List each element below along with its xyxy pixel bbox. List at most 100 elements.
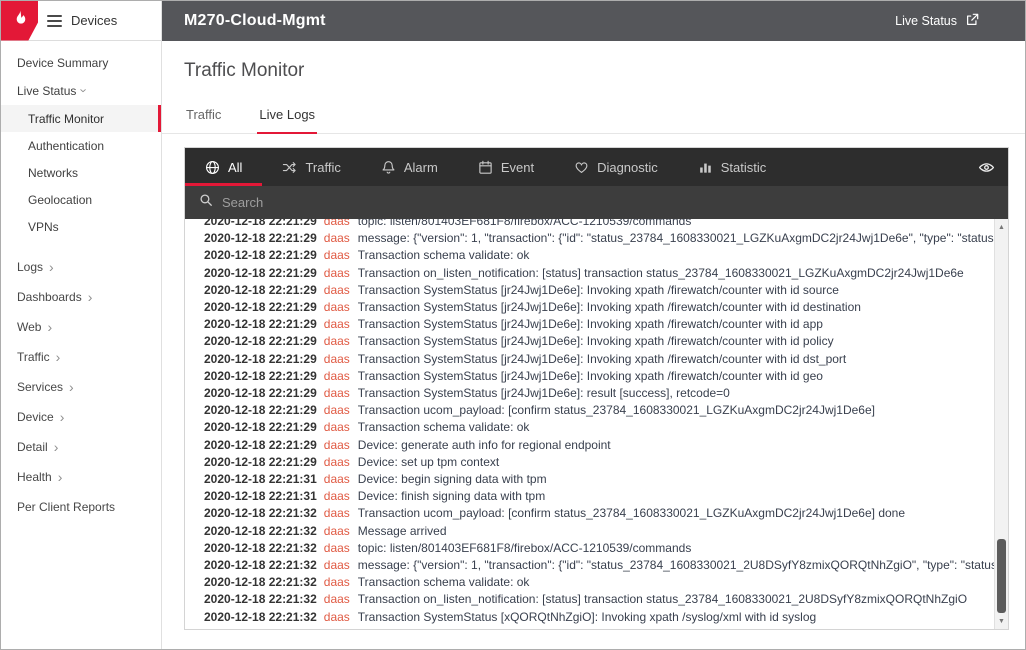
filter-tab-label: Traffic xyxy=(305,160,340,175)
sidebar-item-label: Per Client Reports xyxy=(17,500,115,514)
filter-tabs: All Traffic AlarmEvent Diagnostic Statistic xyxy=(185,148,786,186)
sidebar-item-dashboards[interactable]: Dashboards› xyxy=(1,282,161,312)
live-status-link[interactable]: Live Status xyxy=(895,13,979,30)
chevron-down-icon: › xyxy=(78,88,91,92)
menu-icon[interactable] xyxy=(47,15,62,27)
log-timestamp: 2020-12-18 22:21:29 xyxy=(204,369,317,383)
log-source: daas xyxy=(324,438,350,452)
sidebar-item-web[interactable]: Web › xyxy=(1,312,161,342)
filter-tab-diagnostic[interactable]: Diagnostic xyxy=(554,148,678,186)
vertical-scrollbar[interactable]: ▲ ▼ xyxy=(994,219,1008,629)
globe-icon xyxy=(205,160,220,175)
sidebar-item-device[interactable]: Device › xyxy=(1,402,161,432)
sidebar-item-authentication[interactable]: Authentication xyxy=(1,132,161,159)
log-row: 2020-12-18 22:21:29daasTransaction Syste… xyxy=(204,385,994,402)
log-row: 2020-12-18 22:21:29daasTransaction Syste… xyxy=(204,316,994,333)
log-row: 2020-12-18 22:21:29daasTransaction Syste… xyxy=(204,299,994,316)
log-row: 2020-12-18 22:21:29daasTransaction Syste… xyxy=(204,282,994,299)
log-timestamp: 2020-12-18 22:21:29 xyxy=(204,420,317,434)
sidebar-item-label: Services xyxy=(17,380,63,394)
sidebar-item-services[interactable]: Services › xyxy=(1,372,161,402)
search-bar xyxy=(185,186,1008,219)
sidebar-item-traffic-monitor[interactable]: Traffic Monitor xyxy=(1,105,161,132)
log-panel: All Traffic AlarmEvent Diagnostic Statistic xyxy=(184,147,1009,630)
log-message: Transaction SystemStatus [jr24Jwj1De6e]:… xyxy=(358,317,823,331)
sidebar-item-label: Geolocation xyxy=(28,193,92,207)
alarm-bell-icon xyxy=(381,160,396,175)
page-tabs: Traffic Live Logs xyxy=(162,105,1025,134)
log-source: daas xyxy=(324,403,350,417)
log-source: daas xyxy=(324,472,350,486)
traffic-icon xyxy=(282,160,297,175)
filter-tab-label: All xyxy=(228,160,242,175)
log-source: daas xyxy=(324,541,350,555)
log-timestamp: 2020-12-18 22:21:29 xyxy=(204,231,317,245)
log-row: 2020-12-18 22:21:32daasMessage arrived xyxy=(204,523,994,540)
sidebar-item-label: Device xyxy=(17,410,54,424)
log-source: daas xyxy=(324,558,350,572)
log-message: message: {"version": 1, "transaction": {… xyxy=(358,231,994,245)
sidebar-item-geolocation[interactable]: Geolocation xyxy=(1,186,161,213)
log-message: Transaction on_listen_notification: [sta… xyxy=(358,266,964,280)
log-timestamp: 2020-12-18 22:21:29 xyxy=(204,219,317,228)
log-rows: 2020-12-18 22:21:29 daas topic: listen/801… xyxy=(204,219,994,626)
log-source: daas xyxy=(324,300,350,314)
sidebar-item-label: Web xyxy=(17,320,41,334)
sidebar-item-device-summary[interactable]: Device Summary xyxy=(1,49,161,77)
sidebar-item-per-client-reports[interactable]: Per Client Reports xyxy=(1,492,161,522)
statistic-chart-icon xyxy=(698,160,713,175)
log-source: daas xyxy=(324,420,350,434)
scrollbar-thumb[interactable] xyxy=(997,539,1006,613)
filter-tab-label: Diagnostic xyxy=(597,160,658,175)
event-calendar-icon xyxy=(478,160,493,175)
scroll-down-icon[interactable]: ▼ xyxy=(995,614,1008,628)
page-content: Traffic Monitor TrafficLive Logs AllTraf… xyxy=(162,41,1025,649)
log-source: daas xyxy=(324,283,350,297)
log-row: 2020-12-18 22:21:31daasDevice: finish si… xyxy=(204,488,994,505)
scroll-up-icon[interactable]: ▲ xyxy=(995,220,1008,234)
sidebar-item-logs[interactable]: Logs› xyxy=(1,252,161,282)
filter-tab-statistic[interactable]: Statistic xyxy=(678,148,787,186)
sidebar-item-networks[interactable]: Networks xyxy=(1,159,161,186)
sidebar-item-vpns[interactable]: VPNs xyxy=(1,213,161,240)
log-message: message: {"version": 1, "transaction": {… xyxy=(358,558,994,572)
log-body[interactable]: 2020-12-18 22:21:29 daas topic: listen/801… xyxy=(185,219,994,629)
filter-tab-label: Statistic xyxy=(721,160,767,175)
log-timestamp: 2020-12-18 22:21:32 xyxy=(204,610,317,624)
log-message: Device: begin signing data with tpm xyxy=(358,472,547,486)
filter-tab-all[interactable]: All xyxy=(185,148,262,186)
sidebar-item-health[interactable]: Health› xyxy=(1,462,161,492)
chevron-right-icon: › xyxy=(47,320,52,334)
log-message: Transaction SystemStatus [jr24Jwj1De6e]:… xyxy=(358,283,839,297)
tab-live-logs[interactable]: Live Logs xyxy=(257,105,317,134)
sidebar-item-detail[interactable]: Detail› xyxy=(1,432,161,462)
log-message: Transaction schema validate: ok xyxy=(358,420,530,434)
sidebar-item-label: Dashboards xyxy=(17,290,82,304)
tab-traffic[interactable]: Traffic xyxy=(184,105,223,133)
sidebar-item-live-status[interactable]: Live Status› xyxy=(1,77,161,105)
search-input[interactable] xyxy=(222,195,994,210)
log-timestamp: 2020-12-18 22:21:31 xyxy=(204,489,317,503)
chevron-right-icon: › xyxy=(60,410,65,424)
filter-tab-event[interactable]: Event xyxy=(458,148,554,186)
filter-tab-alarm[interactable]: Alarm xyxy=(361,148,458,186)
sidebar-item-traffic[interactable]: Traffic› xyxy=(1,342,161,372)
chevron-right-icon: › xyxy=(54,440,59,454)
log-row: 2020-12-18 22:21:29 daas Transaction schem… xyxy=(204,419,994,436)
log-row: 2020-12-18 22:21:32daasTransaction Syste… xyxy=(204,609,994,626)
log-message: Transaction SystemStatus [jr24Jwj1De6e]:… xyxy=(358,352,846,366)
log-row: 2020-12-18 22:21:32daasTransaction schem… xyxy=(204,574,994,591)
log-source: daas xyxy=(324,369,350,383)
log-row: 2020-12-18 22:21:32daasTransaction on_li… xyxy=(204,591,994,608)
sidebar-item-label: Device Summary xyxy=(17,56,108,70)
flame-icon xyxy=(11,10,29,32)
log-timestamp: 2020-12-18 22:21:32 xyxy=(204,506,317,520)
filter-tab-traffic[interactable]: Traffic xyxy=(262,148,360,186)
device-title: M270-Cloud-Mgmt xyxy=(184,12,326,30)
eye-icon[interactable] xyxy=(965,148,1008,186)
chevron-right-icon: › xyxy=(69,380,74,394)
log-source: daas xyxy=(324,219,350,228)
log-timestamp: 2020-12-18 22:21:29 xyxy=(204,317,317,331)
log-source: daas xyxy=(324,231,350,245)
log-message: topic: listen/801403EF681F8/firebox/ACC-… xyxy=(358,541,692,555)
